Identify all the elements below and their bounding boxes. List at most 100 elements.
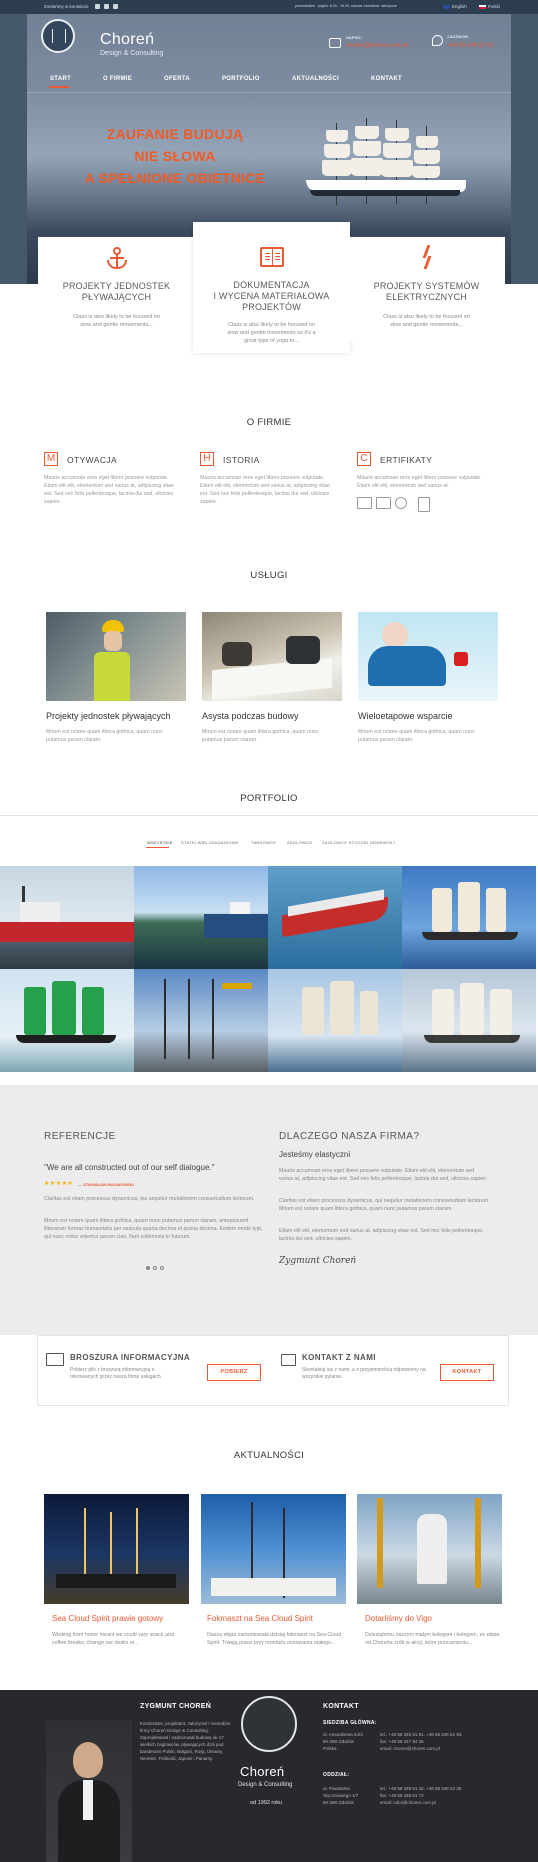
news-image-2[interactable] [201,1494,346,1604]
broszura-download-button[interactable]: POBIERZ [207,1364,261,1381]
service-box-2[interactable]: DOKUMENTACJA I WYCENA MATERIAŁOWA PROJEK… [193,222,350,353]
nav-aktualnosci[interactable]: AKTUALNOŚCI [292,76,339,82]
uslugi-title[interactable]: Wieloetapowe wsparcie [358,711,453,721]
write-email[interactable]: choren@choren.com.pl [346,43,408,49]
testimonial-paragraph-1: Claritas est etiam processus dynamicus, … [44,1196,255,1202]
certificate-icon[interactable] [376,497,391,509]
uslugi-title[interactable]: Projekty jednostek pływających [46,711,171,721]
call-number[interactable]: +48 58 345 61 91 [447,43,494,49]
uk-flag-icon [443,4,450,9]
call-label: ZADZWOŃ: [447,34,469,39]
news-title[interactable]: Fokmaszt na Sea Cloud Spirit [207,1614,313,1623]
news-text: Working from home meant we could vary sn… [52,1632,174,1646]
nav-oferta[interactable]: OFERTA [164,76,190,82]
signature: Zygmunt Choreń [279,1256,357,1266]
brand-subtitle: Design & Consulting [100,50,164,57]
portfolio-image-tall-ship-1[interactable] [402,866,536,969]
footer-hq-address: ul. Amundsena 54/4 80-288 Gdańsk Polska [323,1732,363,1751]
footer-contact-title: KONTAKT [323,1703,359,1710]
lang-english[interactable]: English [443,4,467,9]
footer-logo-emblem[interactable] [241,1696,297,1752]
youtube-icon[interactable] [113,4,118,9]
dlaczego-paragraph-2: Claritas est etiam processus dynamicus, … [279,1198,490,1212]
write-label: NAPISZ: [346,35,362,40]
carousel-dot[interactable] [160,1266,164,1270]
letter-badge: M [44,452,58,466]
uslugi-image-painter[interactable] [358,612,498,701]
footer-branch-contacts[interactable]: tel.: +48 58 348 51 32, +48 58 348 52 28… [380,1785,510,1806]
founder-name: ZYGMUNT CHOREŃ [140,1703,212,1710]
letter-badge: H [200,452,214,466]
portfolio-image-blue-ship[interactable] [134,866,268,969]
news-text: Dziesiątemu naszym małym kolegom i koleg… [365,1632,500,1646]
portfolio-image-red-ship[interactable] [0,866,134,969]
news-title[interactable]: Dotarliśmy do Vigo [365,1614,432,1623]
nav-active-indicator [49,86,69,88]
portfolio-image-green-sailship[interactable] [0,969,134,1072]
news-image-3[interactable] [357,1494,502,1604]
portfolio-image-tall-ship-3[interactable] [402,969,536,1072]
firma-heading: ISTORIA [223,455,260,465]
seal-icon[interactable] [395,497,407,509]
service-box-3[interactable]: PROJEKTY SYSTEMÓW ELEKTRYCZNYCH Class is… [348,237,505,342]
service-title: PROJEKTY JEDNOSTEK PŁYWAJĄCYCH [62,281,171,302]
twitter-icon[interactable] [104,4,109,9]
service-desc: Class is also likely to be focused on sl… [383,314,470,328]
news-text: Nasza ekipa zamontowała dzisiaj fokmaszt… [207,1632,342,1646]
lightning-icon [420,245,434,269]
kontakt-banner-title: KONTAKT Z NAMI [302,1353,376,1362]
uslugi-image-engineer[interactable] [46,612,186,701]
portfolio-tab-tankers[interactable]: TANKOWCE [251,840,276,845]
nav-portfolio[interactable]: PORTFOLIO [222,76,260,82]
carousel-dot[interactable] [153,1266,157,1270]
top-bar: Zostańmy w kontakcie poniedziałek - piąt… [0,0,538,14]
uslugi-image-blueprints[interactable] [202,612,342,701]
section-title-uslugi: USŁUGI [250,570,288,581]
hero-slogan-line-1: ZAUFANIE BUDUJĄ [106,126,244,142]
service-box-1[interactable]: PROJEKTY JEDNOSTEK PŁYWAJĄCYCH Class is … [38,237,195,342]
portfolio-tab-sailships[interactable]: ŻAGLOWCE [287,840,312,845]
certificate-icon[interactable] [357,497,372,509]
kontakt-banner-button[interactable]: KONTAKT [440,1364,494,1381]
nav-kontakt[interactable]: KONTAKT [371,76,402,82]
portfolio-tab-indicator [146,847,169,848]
section-title-portfolio: PORTFOLIO [240,793,298,804]
document-icon[interactable] [418,497,430,512]
portfolio-image-tall-ship-2[interactable] [268,969,402,1072]
portfolio-divider [0,815,538,816]
carousel-dot-active[interactable] [146,1266,150,1270]
news-title[interactable]: Sea Cloud Spirit prawie gotowy [52,1614,163,1623]
footer-brand-subtitle: Design & Consulting [238,1782,293,1788]
dlaczego-title: DLACZEGO NASZA FIRMA? [279,1131,420,1142]
uslugi-text: Mirum est notare quam littera gothica, q… [202,729,319,743]
firma-text: Mauris accumsan eros eget libero posuere… [200,475,330,505]
service-desc: Class is also likely to be focused on sl… [73,314,160,328]
footer-branch-address: ul. Powstania Styczniowego 1/7 80-288 Gd… [323,1786,359,1805]
news-image-1[interactable] [44,1494,189,1604]
nav-start[interactable]: START [50,76,71,82]
broszura-text: Pobierz plik z broszurą informacyjną o o… [70,1367,162,1380]
lang-polish[interactable]: Polski [479,4,500,9]
mail-icon [281,1354,296,1366]
phone-icon [432,35,443,46]
service-desc: Class is also likely to be focused on sl… [227,322,316,344]
footer-since: od 1992 roku [250,1800,283,1806]
uslugi-title[interactable]: Asysta podczas budowy [202,711,299,721]
brand-name[interactable]: Choreń [100,31,154,49]
facebook-icon[interactable] [95,4,100,9]
dlaczego-paragraph-3: Etiam elit elit, elementum sed varius at… [279,1228,484,1242]
uslugi-text: Mirum est notare quam littera gothica, q… [358,729,475,743]
portfolio-image-tanker[interactable] [268,866,402,969]
testimonial-paragraph-2: Mirum est notare quam littera gothica, q… [44,1218,263,1240]
footer-hq-contacts[interactable]: tel.: +48 58 345 61 91, +48 58 345 61 93… [380,1731,510,1752]
testimonial-quote: "We are all constructed out of our self … [44,1163,215,1172]
nav-o-firmie[interactable]: O FIRMIE [103,76,132,82]
service-title: DOKUMENTACJA I WYCENA MATERIAŁOWA PROJEK… [213,280,330,312]
portfolio-tab-gdansk[interactable]: ŻAGLOWCE STOCZNI GDAŃSKIEJ [322,840,395,845]
footer-hq-title: SIEDZIBA GŁÓWNA: [323,1720,377,1726]
portfolio-tab-multipurpose[interactable]: STATKI WIELOZADANIOWE [181,840,239,845]
founder-bio: Konstruktor, projektant, założyciel i me… [140,1721,231,1761]
portfolio-image-shipyard[interactable] [134,969,268,1072]
portfolio-tab-all[interactable]: WSZYSTKIE [147,840,173,845]
logo-emblem[interactable] [41,19,75,53]
